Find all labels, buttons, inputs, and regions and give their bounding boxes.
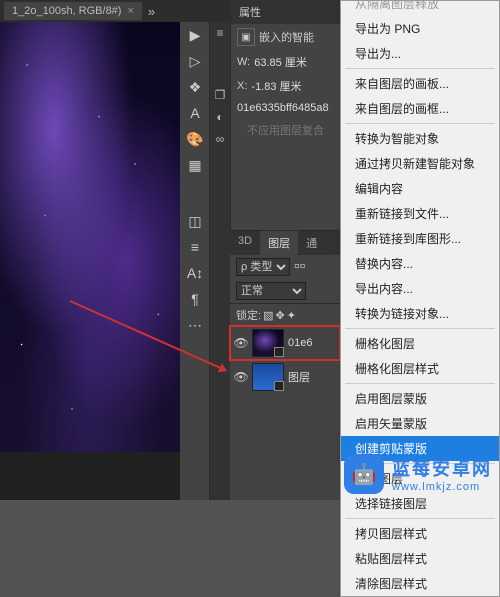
layer-item-2[interactable]: 👁 图层 — [230, 360, 340, 394]
properties-panel: 属性 ▣ 嵌入的智能 W: 63.85 厘米 X: -1.83 厘米 01e63… — [230, 0, 340, 230]
panel-icon-strip: ≡ ❐ ◐ ∞ — [210, 22, 230, 500]
layer-kind-select[interactable]: ρ 类型 — [236, 258, 290, 276]
menu-separator — [345, 68, 495, 69]
layer-item-1[interactable]: 👁 01e6 — [230, 326, 340, 360]
menu-item[interactable]: 转换为链接对象... — [341, 301, 499, 326]
canvas[interactable] — [0, 22, 180, 500]
embedded-label: 嵌入的智能 — [259, 29, 314, 45]
watermark-logo-icon: 🤖 — [344, 454, 384, 494]
watermark: 🤖 蓝莓安卓网 www.lmkjz.com — [344, 454, 492, 494]
visibility-icon[interactable]: 👁 — [234, 336, 248, 350]
menu-separator — [345, 123, 495, 124]
tab-3d[interactable]: 3D — [230, 231, 260, 255]
close-tab-icon[interactable]: × — [127, 5, 133, 17]
tab-title: 1_2o_100sh, RGB/8#) — [12, 5, 121, 17]
menu-item[interactable]: 栅格化图层 — [341, 331, 499, 356]
lock-row: 锁定: ▧ ✥ ✦ — [230, 303, 340, 326]
w-label: W: — [237, 56, 250, 68]
menu-item[interactable]: 栅格化图层样式 — [341, 356, 499, 381]
more-icon[interactable]: ⋯ — [180, 312, 210, 338]
hash-value: 01e6335bff6485a8 — [237, 102, 329, 114]
menu-item[interactable]: 通过拷贝新建智能对象 — [341, 151, 499, 176]
layers-panel: 3D 图层 通 ρ 类型 ▫▫ 正常 锁定: ▧ ✥ ✦ 👁 01e6 👁 图层 — [230, 230, 340, 500]
watermark-url: www.lmkjz.com — [392, 481, 492, 493]
menu-item[interactable]: 启用图层蒙版 — [341, 386, 499, 411]
document-tab[interactable]: 1_2o_100sh, RGB/8#) × — [4, 2, 142, 20]
grid-icon[interactable]: ▦ — [180, 152, 210, 178]
menu-item[interactable]: 替换内容... — [341, 251, 499, 276]
lock-label: 锁定: — [236, 307, 261, 323]
layer-thumbnail[interactable] — [252, 329, 284, 357]
cursor-icon[interactable]: ▶ — [180, 22, 210, 48]
palette-icon[interactable]: 🎨 — [180, 126, 210, 152]
lock-position-icon[interactable]: ✥ — [275, 309, 284, 322]
adjustments-icon[interactable]: ◐ — [210, 106, 230, 128]
layer-context-menu: 从隔离图层释放导出为 PNG导出为... 来自图层的画板...来自图层的画框...… — [340, 0, 500, 597]
layer-comp-unavailable: 不应用图层复合 — [231, 118, 340, 142]
menu-item[interactable]: 导出内容... — [341, 276, 499, 301]
menu-item[interactable]: 粘贴图层样式 — [341, 546, 499, 571]
link-icon[interactable]: ∞ — [210, 128, 230, 150]
lock-all-icon[interactable]: ✦ — [287, 309, 296, 322]
menu-item[interactable]: 导出为... — [341, 41, 499, 66]
panel-tabs: 3D 图层 通 — [230, 231, 340, 255]
canvas-image — [0, 22, 180, 452]
layer-name[interactable]: 图层 — [288, 369, 310, 385]
smart-object-badge — [274, 347, 284, 357]
layer-thumbnail[interactable] — [252, 363, 284, 391]
menu-item[interactable]: 拷贝图层样式 — [341, 521, 499, 546]
smart-object-icon: ▣ — [237, 28, 255, 46]
x-value[interactable]: -1.83 厘米 — [251, 78, 301, 94]
menu-separator — [345, 383, 495, 384]
watermark-name: 蓝莓安卓网 — [392, 455, 492, 481]
menu-item[interactable]: 编辑内容 — [341, 176, 499, 201]
menu-separator — [345, 518, 495, 519]
menu-item[interactable]: 来自图层的画板... — [341, 71, 499, 96]
blend-mode-select[interactable]: 正常 — [236, 282, 306, 300]
menu-item[interactable]: 选择链接图层 — [341, 491, 499, 516]
tab-layers[interactable]: 图层 — [260, 231, 298, 255]
tab-channels[interactable]: 通 — [298, 231, 325, 255]
lock-pixels-icon[interactable]: ▧ — [263, 309, 273, 322]
visibility-icon[interactable]: 👁 — [234, 370, 248, 384]
layer-name[interactable]: 01e6 — [288, 337, 312, 349]
ruler-icon[interactable]: ◫ — [180, 208, 210, 234]
menu-item: 从隔离图层释放 — [341, 0, 499, 16]
type-tool-icon[interactable]: A↕ — [180, 260, 210, 286]
menu-item[interactable]: 转换为智能对象 — [341, 126, 499, 151]
align-icon[interactable]: ≡ — [180, 234, 210, 260]
swatches-icon[interactable]: ❖ — [180, 74, 210, 100]
text-tool-icon[interactable]: A — [180, 100, 210, 126]
menu-item[interactable]: 重新链接到文件... — [341, 201, 499, 226]
menu-item[interactable]: 清除图层样式 — [341, 571, 499, 596]
menu-icon[interactable]: ≡ — [210, 22, 230, 44]
vertical-tool-strip: ▶ ▷ ❖ A 🎨 ▦ ◫ ≡ A↕ ¶ ⋯ — [180, 22, 210, 500]
play-icon[interactable]: ▷ — [180, 48, 210, 74]
paragraph-icon[interactable]: ¶ — [180, 286, 210, 312]
smart-object-badge — [274, 381, 284, 391]
properties-header: 属性 — [231, 0, 340, 24]
w-value[interactable]: 63.85 厘米 — [254, 54, 307, 70]
layers-icon[interactable]: ❐ — [210, 84, 230, 106]
menu-separator — [345, 328, 495, 329]
x-label: X: — [237, 80, 247, 92]
menu-item[interactable]: 来自图层的画框... — [341, 96, 499, 121]
tab-overflow-icon[interactable]: » — [148, 4, 155, 19]
menu-item[interactable]: 启用矢量蒙版 — [341, 411, 499, 436]
menu-item[interactable]: 导出为 PNG — [341, 16, 499, 41]
menu-item[interactable]: 重新链接到库图形... — [341, 226, 499, 251]
filter-icon[interactable]: ▫▫ — [294, 258, 305, 276]
